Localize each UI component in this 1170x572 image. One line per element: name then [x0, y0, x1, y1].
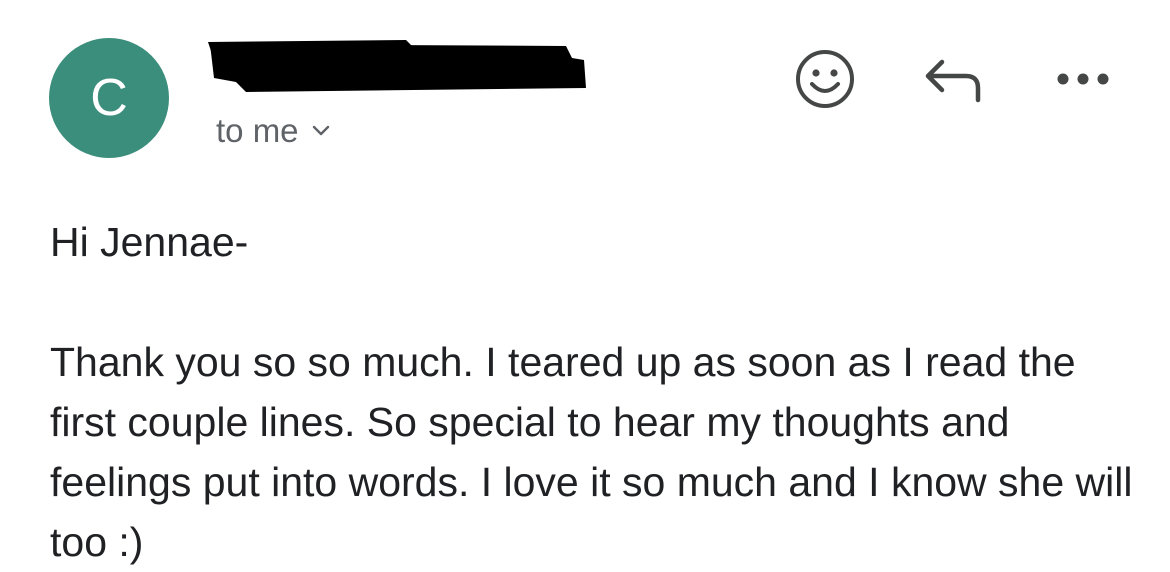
- avatar-letter: C: [90, 69, 128, 127]
- add-reaction-button[interactable]: [790, 44, 860, 114]
- recipient-toggle[interactable]: to me: [216, 112, 331, 150]
- email-message: Thank you so so much. I teared up as soo…: [50, 339, 1133, 565]
- more-options-button[interactable]: [1048, 44, 1118, 114]
- smiley-face-icon: [796, 50, 854, 108]
- reply-arrow-icon: [925, 59, 981, 103]
- sender-avatar[interactable]: C: [49, 38, 169, 158]
- email-body: Hi Jennae- Thank you so so much. I teare…: [50, 212, 1140, 572]
- sender-name-redaction: [208, 40, 586, 92]
- chevron-down-icon: [312, 125, 329, 136]
- email-header: C to me: [0, 0, 1170, 170]
- reply-button[interactable]: [918, 44, 988, 114]
- recipient-label: to me: [216, 112, 299, 149]
- email-actions: [790, 44, 1130, 114]
- more-dots-icon: [1057, 73, 1109, 85]
- email-greeting: Hi Jennae-: [50, 219, 249, 265]
